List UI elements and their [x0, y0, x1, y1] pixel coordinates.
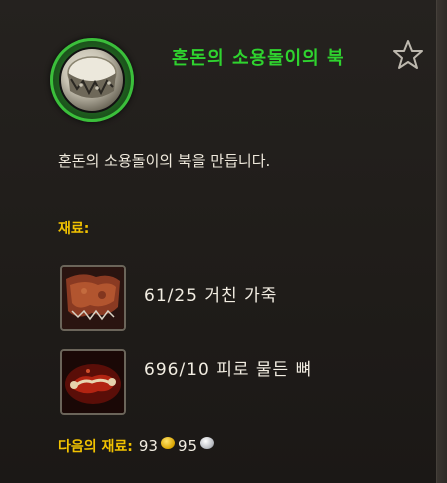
leather-icon	[60, 265, 126, 331]
gold-coin-icon	[160, 437, 175, 449]
drum-icon	[59, 47, 125, 113]
reagent-item-bone[interactable]: 696/10 피로 물든 뼈	[60, 349, 400, 415]
recipe-tooltip-panel: 혼돈의 소용돌이의 북 혼돈의 소용돌이의 북을 만듭니다. 재료: 61/25…	[0, 0, 447, 483]
reagent-label: 696/10 피로 물든 뼈	[144, 359, 364, 381]
recipe-icon-frame	[50, 38, 134, 122]
silver-coin-icon	[200, 437, 215, 449]
reagent-label: 61/25 거친 가죽	[144, 285, 364, 307]
silver-amount: 95	[177, 437, 198, 455]
bone-icon	[60, 349, 126, 415]
reagent-name: 피로 물든 뼈	[216, 360, 313, 380]
reagent-name: 거친 가죽	[204, 286, 278, 306]
reagents-header: 재료:	[58, 221, 90, 237]
reagent-count: 61/25	[144, 286, 198, 306]
reagent-item-leather[interactable]: 61/25 거친 가죽	[60, 265, 400, 331]
total-materials-row: 다음의 재료: 93 95	[58, 436, 217, 456]
reagent-count: 696/10	[144, 360, 210, 380]
recipe-title: 혼돈의 소용돌이의 북	[172, 48, 345, 69]
total-label: 다음의 재료:	[58, 439, 133, 455]
gold-amount: 93	[138, 437, 158, 455]
favorite-star-icon[interactable]	[391, 38, 425, 72]
recipe-description: 혼돈의 소용돌이의 북을 만듭니다.	[58, 152, 271, 170]
